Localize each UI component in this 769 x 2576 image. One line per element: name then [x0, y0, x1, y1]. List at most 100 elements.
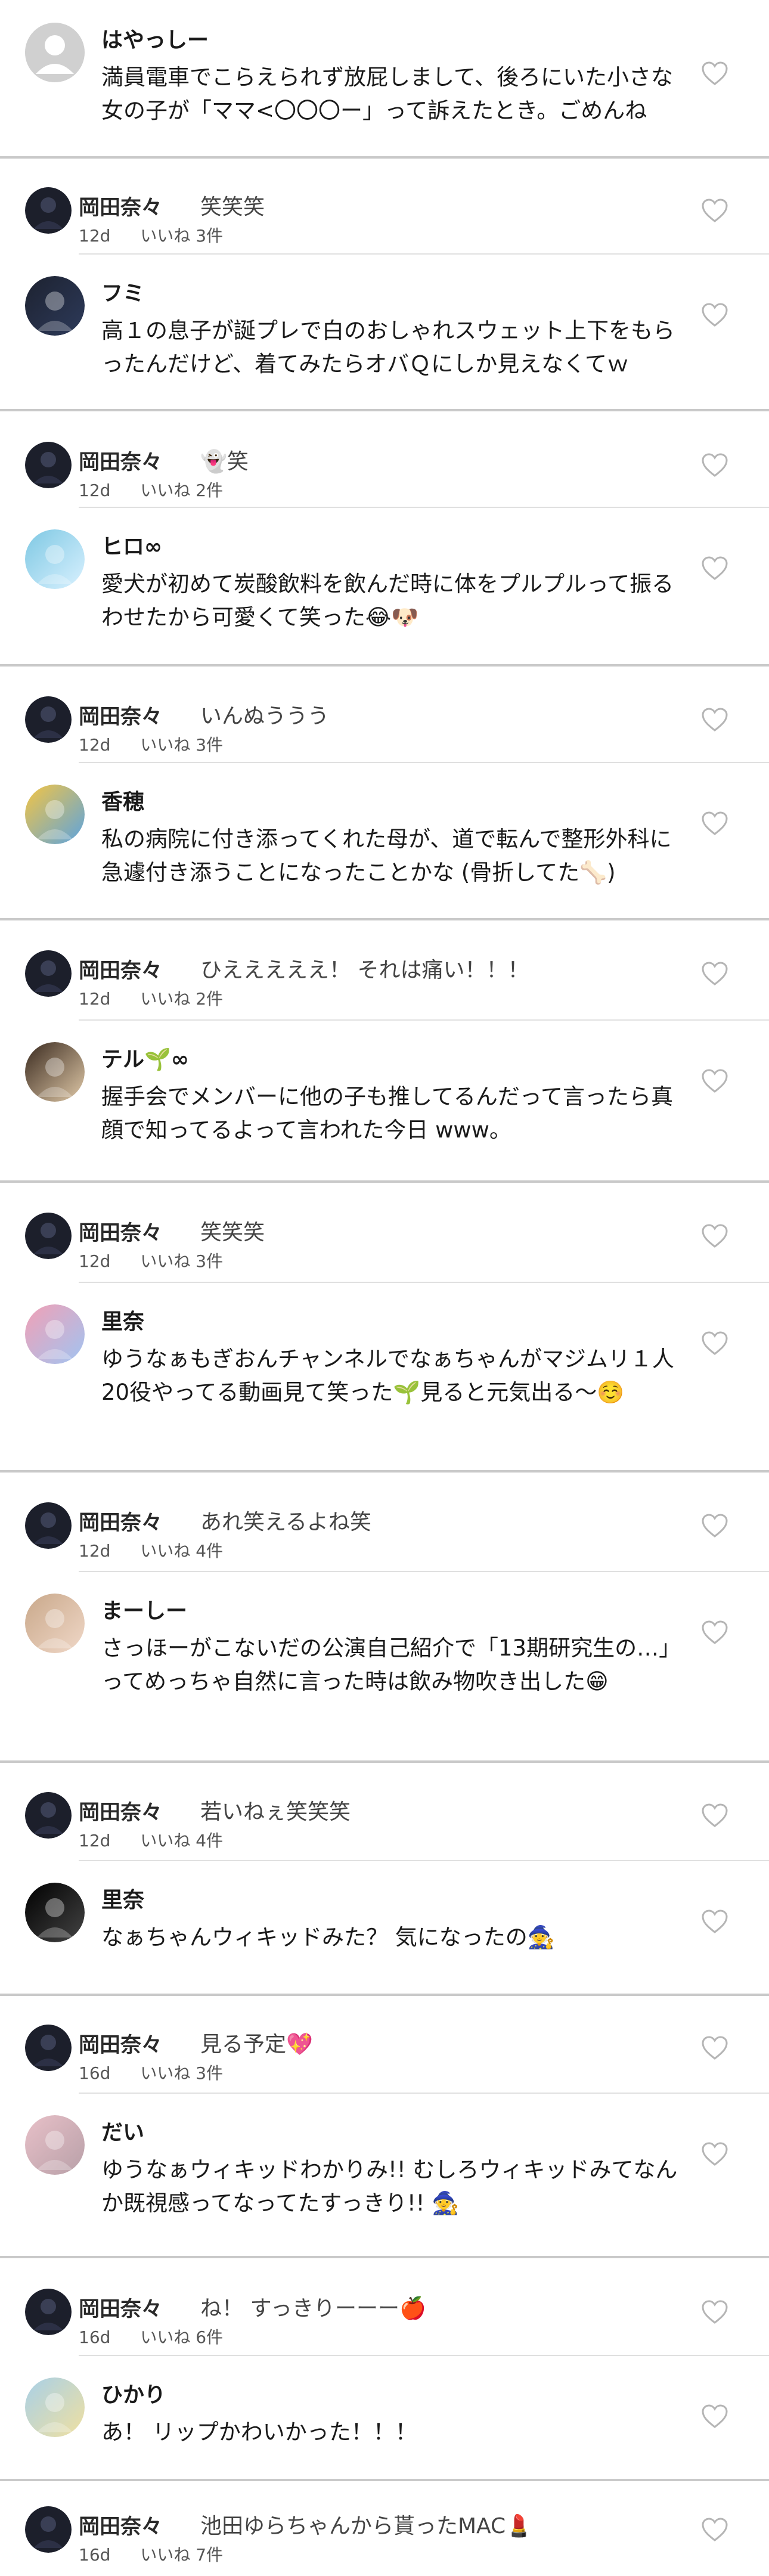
user-avatar[interactable]: [25, 276, 85, 336]
user-avatar[interactable]: [25, 785, 85, 844]
comment-author[interactable]: だい: [101, 2115, 144, 2146]
user-avatar[interactable]: [25, 2377, 85, 2437]
like-heart-icon[interactable]: [701, 811, 728, 836]
reply-text: 若いねぇ笑笑笑: [200, 1800, 351, 1824]
reply-avatar[interactable]: [25, 1213, 72, 1259]
comment-text: 高１の息子が誕プレで白のおしゃれスウェット上下をもらったんだけど、着てみたらオバ…: [101, 318, 675, 377]
reply-author[interactable]: 岡田奈々: [79, 2028, 162, 2059]
thread-separator: [0, 409, 769, 411]
like-heart-icon[interactable]: [701, 1620, 728, 1645]
reply-text: あれ笑えるよね笑: [200, 1510, 371, 1535]
reply-avatar[interactable]: [25, 1502, 72, 1549]
reply-author[interactable]: 岡田奈々: [79, 191, 162, 221]
like-heart-icon[interactable]: [701, 452, 728, 478]
reply-date: 12d: [79, 1541, 111, 1561]
reply-text: 笑笑笑: [200, 195, 265, 219]
like-heart-icon[interactable]: [701, 198, 728, 223]
comment-author[interactable]: はやっしー: [101, 23, 209, 54]
like-heart-icon[interactable]: [701, 1223, 728, 1248]
comment-author[interactable]: まーしー: [101, 1594, 187, 1625]
reply-text: ね！ すっきりーーー🍎: [200, 2296, 426, 2321]
user-avatar[interactable]: [25, 529, 85, 589]
like-heart-icon[interactable]: [701, 1803, 728, 1828]
reply-avatar[interactable]: [25, 2025, 72, 2071]
reply-date: 12d: [79, 1251, 111, 1271]
thread-separator: [0, 1180, 769, 1183]
comment-text: さっほーがこないだの公演自己紹介で「13期研究生の…」ってめっちゃ自然に言った時…: [101, 1635, 670, 1694]
reply-avatar[interactable]: [25, 2506, 72, 2553]
user-avatar[interactable]: [25, 1594, 85, 1653]
comment-author[interactable]: 里奈: [101, 1304, 144, 1335]
reply-separator: [79, 507, 769, 508]
like-heart-icon[interactable]: [701, 2141, 728, 2166]
thread-separator: [0, 1470, 769, 1473]
like-heart-icon[interactable]: [701, 2517, 728, 2542]
reply-meta: 12d いいね 3件: [79, 223, 223, 247]
reply-avatar[interactable]: [25, 2289, 72, 2335]
like-heart-icon[interactable]: [701, 1513, 728, 1538]
comment-author[interactable]: ひかり: [101, 2377, 166, 2408]
reply-text: 👻笑: [200, 450, 249, 474]
like-heart-icon[interactable]: [701, 1331, 728, 1356]
like-heart-icon[interactable]: [701, 707, 728, 732]
reply-separator: [79, 2093, 769, 2094]
reply-author[interactable]: 岡田奈々: [79, 445, 162, 476]
like-heart-icon[interactable]: [701, 302, 728, 327]
comment-author[interactable]: テル🌱∞: [101, 1042, 189, 1073]
user-avatar[interactable]: [25, 1883, 85, 1942]
comment-text: 握手会でメンバーに他の子も推してるんだって言ったら真顔で知ってるよって言われた今…: [101, 1084, 674, 1143]
reply-likes[interactable]: いいね 2件: [140, 989, 223, 1009]
reply-text: 池田ゆらちゃんから貰ったMAC💄: [200, 2514, 533, 2538]
reply-author[interactable]: 岡田奈々: [79, 2510, 162, 2540]
reply-date: 12d: [79, 1831, 111, 1850]
like-heart-icon[interactable]: [701, 961, 728, 986]
like-heart-icon[interactable]: [701, 61, 728, 86]
reply-avatar[interactable]: [25, 442, 72, 488]
comment-author[interactable]: フミ: [101, 276, 144, 307]
comment-text: 私の病院に付き添ってくれた母が、道で転んで整形外科に急遽付き添うことになったこと…: [101, 826, 672, 885]
like-heart-icon[interactable]: [701, 2404, 728, 2429]
reply-meta: 12d いいね 3件: [79, 732, 223, 756]
reply-likes[interactable]: いいね 2件: [140, 481, 223, 500]
reply-avatar[interactable]: [25, 696, 72, 743]
comment-author[interactable]: 香穂: [101, 785, 144, 816]
user-avatar[interactable]: [25, 2115, 85, 2175]
reply-likes[interactable]: いいね 6件: [140, 2327, 223, 2347]
reply-likes[interactable]: いいね 4件: [140, 1831, 223, 1850]
reply-author[interactable]: 岡田奈々: [79, 1796, 162, 1826]
default-avatar-icon[interactable]: [25, 23, 85, 82]
reply-date: 16d: [79, 2327, 111, 2347]
reply-likes[interactable]: いいね 4件: [140, 1541, 223, 1561]
like-heart-icon[interactable]: [701, 1068, 728, 1093]
reply-avatar[interactable]: [25, 950, 72, 997]
reply-author[interactable]: 岡田奈々: [79, 2292, 162, 2323]
reply-author[interactable]: 岡田奈々: [79, 1216, 162, 1247]
comment-author[interactable]: ヒロ∞: [101, 529, 162, 560]
reply-separator: [79, 1282, 769, 1283]
reply-likes[interactable]: いいね 3件: [140, 1251, 223, 1271]
comment-author[interactable]: 里奈: [101, 1883, 144, 1914]
reply-meta: 12d いいね 2件: [79, 986, 223, 1010]
reply-likes[interactable]: いいね 3件: [140, 735, 223, 755]
like-heart-icon[interactable]: [701, 556, 728, 581]
like-heart-icon[interactable]: [701, 1909, 728, 1934]
reply-avatar[interactable]: [25, 1792, 72, 1839]
reply-likes[interactable]: いいね 7件: [140, 2545, 223, 2565]
reply-author[interactable]: 岡田奈々: [79, 954, 162, 984]
reply-meta: 12d いいね 4件: [79, 1538, 223, 1562]
like-heart-icon[interactable]: [701, 2299, 728, 2324]
reply-avatar[interactable]: [25, 187, 72, 234]
thread-separator: [0, 2256, 769, 2258]
reply-author[interactable]: 岡田奈々: [79, 1506, 162, 1536]
reply-date: 12d: [79, 481, 111, 500]
thread-separator: [0, 918, 769, 920]
reply-text: 見る予定💖: [200, 2032, 313, 2057]
user-avatar[interactable]: [25, 1304, 85, 1364]
reply-text: 笑笑笑: [200, 1220, 265, 1245]
reply-likes[interactable]: いいね 3件: [140, 2063, 223, 2083]
reply-likes[interactable]: いいね 3件: [140, 226, 223, 246]
reply-author[interactable]: 岡田奈々: [79, 700, 162, 730]
like-heart-icon[interactable]: [701, 2035, 728, 2060]
comment-text: あ！ リップかわいかった！！！: [101, 2419, 417, 2445]
user-avatar[interactable]: [25, 1042, 85, 1102]
